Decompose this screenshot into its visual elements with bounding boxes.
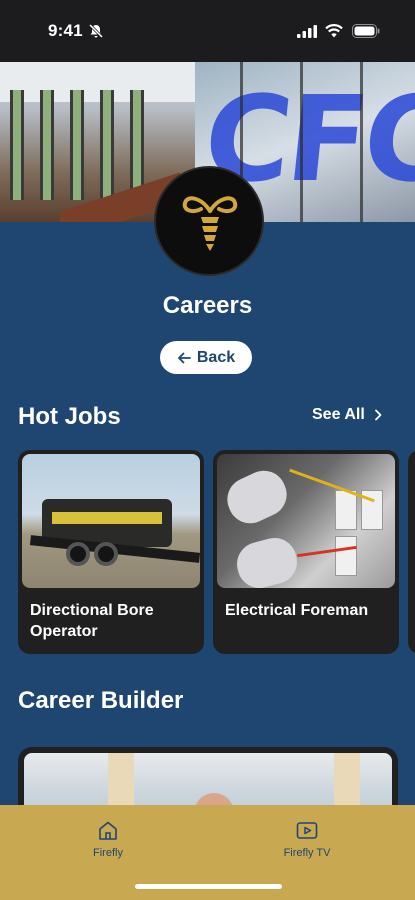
firefly-logo-icon	[182, 196, 238, 251]
hero-window	[10, 90, 24, 200]
wheel	[94, 542, 118, 566]
drill-rail	[52, 512, 162, 524]
tab-firefly-tv[interactable]: Firefly TV	[247, 819, 367, 859]
tab-label: Firefly	[93, 847, 123, 859]
wheel	[66, 542, 90, 566]
glove	[232, 533, 302, 588]
hero-mullion	[300, 62, 303, 222]
hero-window	[100, 90, 114, 200]
tab-firefly[interactable]: Firefly	[48, 819, 168, 859]
home-indicator	[135, 884, 282, 889]
page-title: Careers	[162, 292, 253, 319]
wifi-icon	[325, 24, 343, 38]
hero-window	[70, 90, 84, 200]
signal-icon	[297, 25, 317, 38]
battery-icon	[352, 24, 380, 38]
wire	[289, 468, 375, 503]
job-card-peek[interactable]	[408, 450, 415, 654]
chevron-right-icon	[374, 409, 382, 421]
breaker	[335, 490, 357, 530]
bell-muted-icon	[88, 23, 104, 39]
hero-mullion	[360, 62, 363, 222]
job-card[interactable]: Directional Bore Operator	[18, 450, 204, 654]
job-card-label: Directional Bore Operator	[30, 602, 154, 640]
job-card-image	[217, 454, 395, 588]
glove	[220, 463, 294, 531]
status-time: 9:41	[48, 21, 83, 40]
hero-window	[40, 90, 54, 200]
job-card[interactable]: Electrical Foreman	[213, 450, 399, 654]
hero-window	[130, 90, 144, 200]
tv-play-icon	[296, 822, 318, 839]
firefly-logo	[154, 166, 264, 276]
back-button-label: Back	[196, 348, 236, 366]
tab-label: Firefly TV	[283, 847, 331, 859]
home-icon	[99, 821, 117, 840]
hot-jobs-title: Hot Jobs	[18, 403, 121, 430]
breaker	[335, 536, 357, 576]
see-all-label: See All	[312, 406, 365, 423]
see-all-link[interactable]: See All	[312, 406, 383, 424]
job-card-label: Electrical Foreman	[225, 602, 369, 619]
job-card-image	[22, 454, 200, 588]
back-button[interactable]: Back	[160, 341, 252, 374]
status-bar: 9:41	[0, 0, 415, 62]
career-builder-title: Career Builder	[18, 687, 184, 714]
arrow-left-icon	[177, 352, 191, 363]
